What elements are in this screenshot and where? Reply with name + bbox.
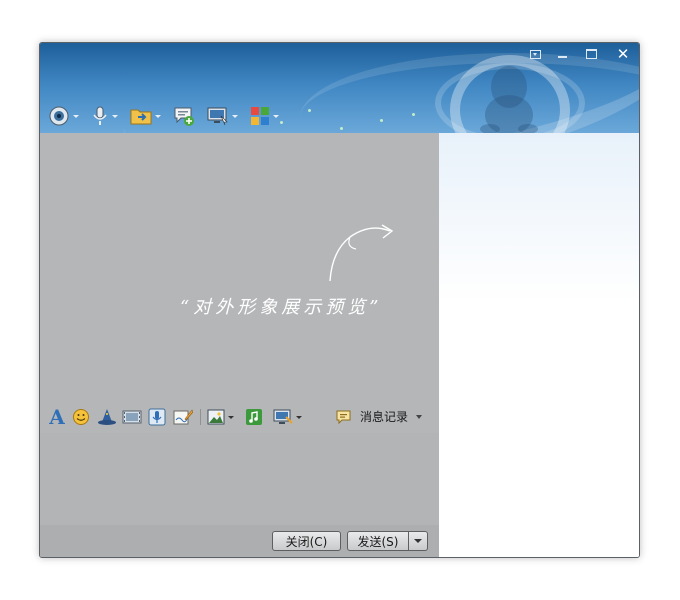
minimize-button[interactable] xyxy=(551,46,573,62)
message-history-icon xyxy=(336,410,351,424)
screenshot-button[interactable] xyxy=(271,407,303,427)
emoji-icon xyxy=(73,409,89,425)
close-window-button[interactable]: ✕ xyxy=(612,45,634,63)
voice-call-button[interactable] xyxy=(91,105,118,127)
chevron-down-icon[interactable] xyxy=(295,415,302,419)
remote-desktop-icon xyxy=(207,107,228,126)
message-history-button[interactable]: 消息记录 xyxy=(336,408,423,425)
chevron-down-icon xyxy=(414,539,422,543)
send-image-button[interactable] xyxy=(205,407,235,427)
voice-message-icon xyxy=(148,408,166,426)
profile-preview-caption: “对外形象展示预览” xyxy=(180,297,383,318)
voice-message-button[interactable] xyxy=(144,407,170,427)
magic-expression-button[interactable] xyxy=(94,407,120,427)
font-icon: A xyxy=(49,405,65,429)
contact-info-panel xyxy=(439,133,639,557)
close-icon: ✕ xyxy=(616,45,630,63)
maximize-icon xyxy=(585,49,597,59)
music-icon xyxy=(246,409,262,425)
sparkle-dot xyxy=(412,113,415,116)
skin-button[interactable] xyxy=(524,46,546,62)
font-button[interactable]: A xyxy=(46,405,68,429)
video-call-button[interactable] xyxy=(48,105,79,127)
message-input[interactable] xyxy=(40,433,439,525)
sparkle-dot xyxy=(308,109,311,112)
maximize-button[interactable] xyxy=(580,46,602,62)
chat-window: ✕ “对外形象展示预览” A 消息记录 关闭(C) 发送(S) xyxy=(39,42,640,558)
magic-hat-icon xyxy=(98,409,116,425)
microphone-icon xyxy=(93,106,107,125)
handwriting-button[interactable] xyxy=(170,407,196,427)
message-history-label: 消息记录 xyxy=(360,410,409,424)
image-icon xyxy=(207,409,224,425)
chevron-down-icon[interactable] xyxy=(227,415,234,419)
group-chat-add-icon xyxy=(174,107,194,126)
create-discussion-button[interactable] xyxy=(173,105,195,127)
video-clip-button[interactable] xyxy=(120,407,144,427)
emoji-button[interactable] xyxy=(68,407,94,427)
chat-toolbar xyxy=(48,103,291,129)
chevron-down-icon[interactable] xyxy=(73,114,79,118)
avatar-placeholder-icon[interactable] xyxy=(476,63,542,133)
remote-assist-button[interactable] xyxy=(207,106,238,126)
file-transfer-icon xyxy=(130,109,152,125)
film-icon xyxy=(122,410,142,424)
minimize-icon xyxy=(557,56,567,58)
sparkle-dot xyxy=(380,119,383,122)
chevron-down-icon[interactable] xyxy=(416,414,423,419)
handwriting-icon xyxy=(173,409,193,425)
send-options-button[interactable] xyxy=(408,531,428,551)
chevron-down-icon[interactable] xyxy=(273,114,279,118)
window-header[interactable]: ✕ xyxy=(40,43,639,133)
chevron-down-icon[interactable] xyxy=(232,114,238,118)
sparkle-dot xyxy=(340,127,343,130)
chevron-down-icon[interactable] xyxy=(155,114,161,118)
send-button[interactable]: 发送(S) xyxy=(347,531,409,551)
skin-icon xyxy=(529,49,541,59)
chevron-down-icon[interactable] xyxy=(112,114,118,118)
apps-grid-icon xyxy=(251,107,269,125)
close-button[interactable]: 关闭(C) xyxy=(272,531,341,551)
video-camera-icon xyxy=(49,106,69,126)
curved-arrow-icon xyxy=(329,224,394,282)
screenshot-icon xyxy=(273,409,293,424)
send-file-button[interactable] xyxy=(130,106,161,126)
music-button[interactable] xyxy=(241,407,267,427)
toolbar-divider xyxy=(200,409,201,425)
apps-button[interactable] xyxy=(250,106,279,126)
